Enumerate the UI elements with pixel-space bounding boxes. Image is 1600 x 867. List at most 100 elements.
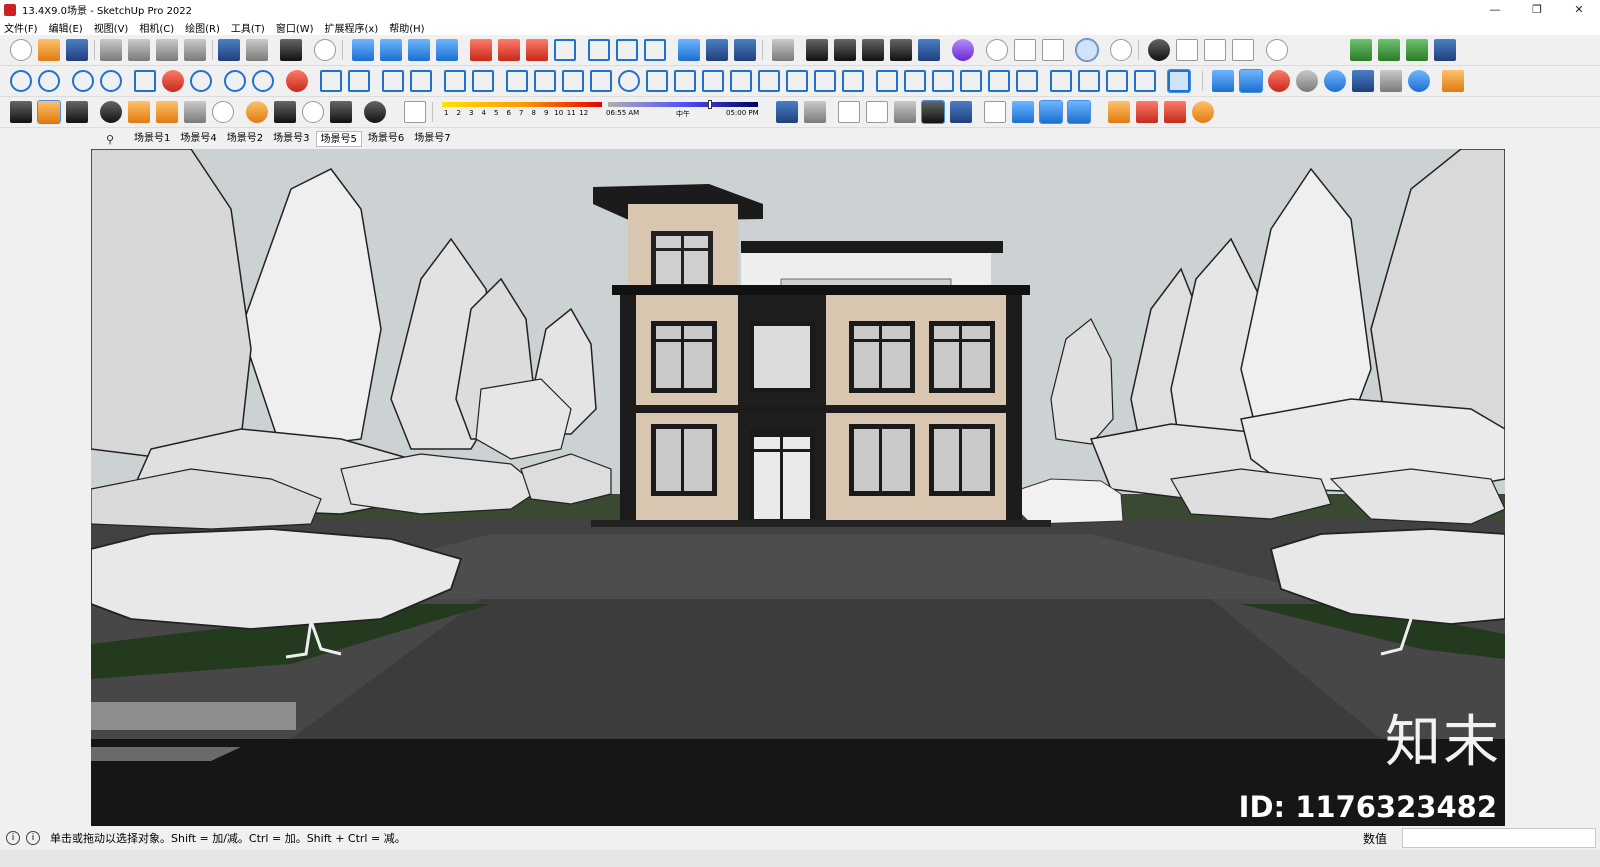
select-arrow-icon[interactable] — [4, 139, 26, 161]
chair-icon[interactable] — [1540, 503, 1562, 525]
slab-icon[interactable] — [62, 229, 84, 251]
style-builder-icon[interactable] — [918, 39, 940, 61]
grid-icon[interactable] — [444, 70, 466, 92]
push-pull-icon[interactable] — [32, 375, 54, 397]
transfer-icon[interactable] — [37, 100, 61, 124]
bottles-icon[interactable] — [1540, 531, 1562, 553]
credits-status-icon[interactable]: i — [26, 831, 40, 845]
t-icon[interactable] — [1510, 783, 1532, 805]
bucket-tool-icon[interactable] — [1540, 559, 1562, 581]
zoom-extents-icon[interactable] — [4, 611, 26, 633]
panel-icon[interactable] — [758, 70, 780, 92]
time-slider[interactable] — [608, 102, 758, 107]
auto-2-icon[interactable] — [1540, 643, 1562, 665]
box-tool-icon[interactable] — [4, 195, 26, 217]
scene-tab-4[interactable]: 场景号4 — [176, 131, 220, 147]
diagonal-icon[interactable] — [1510, 307, 1532, 329]
bounding-box-icon[interactable] — [988, 70, 1010, 92]
rotate-component-icon[interactable] — [62, 195, 84, 217]
bottom-view-icon[interactable] — [526, 39, 548, 61]
print-icon[interactable] — [280, 39, 302, 61]
warehouse-icon[interactable] — [806, 39, 828, 61]
play-icon[interactable] — [1212, 70, 1234, 92]
orbit-tool-icon[interactable] — [4, 555, 26, 577]
group-icon[interactable] — [1167, 69, 1191, 93]
help-icon[interactable] — [1408, 70, 1430, 92]
menu-file[interactable]: 文件(F) — [4, 20, 38, 35]
plugin-p-icon[interactable] — [952, 39, 974, 61]
minimize-button[interactable]: — — [1474, 0, 1516, 19]
layout-icon[interactable] — [890, 39, 912, 61]
window-icon[interactable] — [274, 101, 296, 123]
wrench-icon[interactable] — [1134, 70, 1156, 92]
lasso-icon[interactable] — [32, 139, 54, 161]
carrot-icon[interactable] — [1540, 615, 1562, 637]
paint-tag-icon[interactable] — [1406, 39, 1428, 61]
left-view-icon[interactable] — [498, 39, 520, 61]
record-icon[interactable] — [1268, 70, 1290, 92]
zoom-window-icon[interactable] — [32, 583, 54, 605]
flower-icon[interactable] — [162, 70, 184, 92]
eyedropper-icon[interactable] — [1378, 39, 1400, 61]
rectangle-outline-icon[interactable] — [1232, 39, 1254, 61]
floor-icon[interactable] — [62, 611, 84, 633]
walk-tool-icon[interactable] — [4, 673, 26, 695]
zoom-tool-icon[interactable] — [4, 583, 26, 605]
mesh-icon[interactable] — [32, 707, 54, 729]
model-info-icon[interactable] — [314, 39, 336, 61]
menu-extensions[interactable]: 扩展程序(x) — [325, 20, 379, 35]
axes-icon[interactable] — [984, 101, 1006, 123]
frame-icon[interactable] — [1078, 70, 1100, 92]
checker-icon[interactable] — [184, 101, 206, 123]
rotated-rect-icon[interactable] — [32, 257, 54, 279]
menu-window[interactable]: 窗口(W) — [276, 20, 314, 35]
stacked-sheets-icon[interactable] — [1510, 727, 1532, 749]
box-stack-icon[interactable] — [921, 100, 945, 124]
points-icon[interactable] — [674, 70, 696, 92]
undo-icon[interactable] — [218, 39, 240, 61]
basket-icon[interactable] — [786, 70, 808, 92]
cabinet-icon[interactable] — [1540, 195, 1562, 217]
dimension-tool-icon[interactable] — [32, 465, 54, 487]
scene-tab-7[interactable]: 场景号7 — [410, 131, 454, 147]
flip-icon[interactable] — [1510, 391, 1532, 413]
menu-edit[interactable]: 编辑(E) — [49, 20, 83, 35]
brush-icon[interactable] — [1540, 139, 1562, 161]
camera-position-icon[interactable] — [1014, 39, 1036, 61]
book-icon[interactable] — [562, 70, 584, 92]
look-around-tool-icon[interactable] — [32, 645, 54, 667]
plugin-add-icon[interactable] — [1540, 699, 1562, 721]
rotate-tool-icon[interactable] — [4, 403, 26, 425]
right-view-icon[interactable] — [436, 39, 458, 61]
scene-search-icon[interactable]: ⚲ — [90, 130, 130, 148]
shadow-toggle-icon[interactable] — [404, 101, 426, 123]
menu-tools[interactable]: 工具(T) — [231, 20, 265, 35]
corner-icon[interactable] — [1510, 363, 1532, 385]
refresh-icon[interactable] — [190, 70, 212, 92]
xray-icon[interactable] — [554, 39, 576, 61]
bucket-icon[interactable] — [1106, 70, 1128, 92]
drawer-icon[interactable] — [1540, 223, 1562, 245]
auto-icon[interactable] — [1510, 615, 1532, 637]
pencil-tool-icon[interactable] — [32, 195, 54, 217]
menu-draw[interactable]: 绘图(R) — [185, 20, 220, 35]
pan-tool-icon[interactable] — [32, 555, 54, 577]
folder-icon[interactable] — [320, 70, 342, 92]
box-wire-icon[interactable] — [838, 101, 860, 123]
component-icon[interactable] — [772, 39, 794, 61]
text-tool-icon[interactable] — [32, 493, 54, 515]
protractor-icon[interactable] — [4, 493, 26, 515]
eraser-icon[interactable] — [32, 167, 54, 189]
railing-icon[interactable] — [62, 673, 84, 695]
shaded-icon[interactable] — [644, 39, 666, 61]
info-icon[interactable] — [302, 101, 324, 123]
hook-icon[interactable] — [1540, 363, 1562, 385]
previous-view-icon[interactable] — [32, 611, 54, 633]
fill-down-icon[interactable] — [1108, 101, 1130, 123]
tag-icon[interactable] — [1540, 335, 1562, 357]
user-icon[interactable] — [364, 101, 386, 123]
picker-icon[interactable] — [1434, 39, 1456, 61]
back-view-icon[interactable] — [470, 39, 492, 61]
cloud-sync-icon[interactable] — [100, 70, 122, 92]
cross-red-icon[interactable] — [1510, 419, 1532, 441]
